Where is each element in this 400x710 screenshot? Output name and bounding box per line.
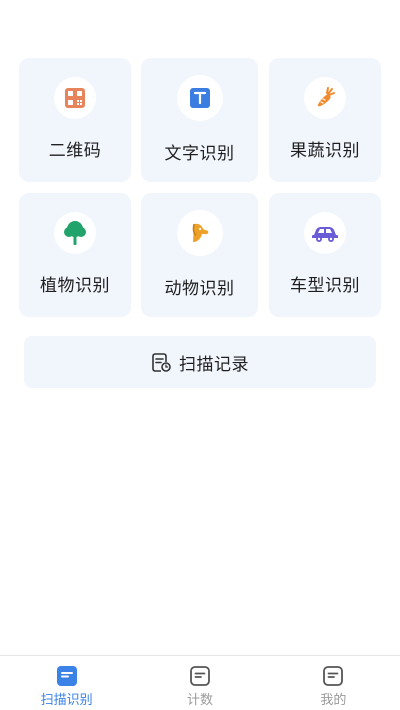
tile-label-qr-code: 二维码 bbox=[48, 141, 102, 161]
tree-icon bbox=[54, 212, 96, 254]
tile-animal-recognition[interactable]: 动物识别 bbox=[141, 193, 258, 317]
bottom-tab-bar: 扫描识别 计数 我的 bbox=[0, 655, 400, 710]
app-screen: 二维码 文字识别 果蔬识别 植物识别 动物识别 车型识别 扫描记录 扫描识别 计… bbox=[0, 0, 400, 710]
text-icon bbox=[176, 75, 223, 121]
scan-record-label: 扫描记录 bbox=[179, 354, 249, 375]
tile-label-text-recognition: 文字识别 bbox=[164, 144, 235, 164]
list-icon bbox=[190, 666, 210, 686]
tile-label-produce-recognition: 果蔬识别 bbox=[290, 141, 360, 161]
tab-label-count: 计数 bbox=[186, 693, 213, 708]
tile-plant-recognition[interactable]: 植物识别 bbox=[19, 193, 131, 317]
tab-label-mine: 我的 bbox=[320, 693, 347, 708]
car-icon bbox=[304, 212, 346, 254]
tile-label-animal-recognition: 动物识别 bbox=[164, 279, 235, 299]
scan-record-button[interactable]: 扫描记录 bbox=[24, 336, 376, 388]
qr-code-icon bbox=[54, 77, 96, 119]
carrot-icon bbox=[304, 77, 346, 119]
dog-icon bbox=[176, 210, 223, 256]
list-icon bbox=[323, 666, 344, 686]
tile-produce-recognition[interactable]: 果蔬识别 bbox=[269, 58, 381, 182]
list-icon bbox=[56, 666, 77, 686]
tab-scan-recognition[interactable]: 扫描识别 bbox=[0, 656, 133, 710]
tile-label-car-recognition: 车型识别 bbox=[290, 276, 360, 296]
tile-text-recognition[interactable]: 文字识别 bbox=[141, 58, 258, 182]
tab-mine[interactable]: 我的 bbox=[267, 656, 400, 710]
tile-car-recognition[interactable]: 车型识别 bbox=[269, 193, 381, 317]
tile-label-plant-recognition: 植物识别 bbox=[40, 276, 110, 296]
tile-qr-code[interactable]: 二维码 bbox=[19, 58, 131, 182]
document-clock-icon bbox=[151, 352, 171, 372]
tab-count[interactable]: 计数 bbox=[133, 656, 266, 710]
tab-label-scan-recognition: 扫描识别 bbox=[40, 693, 93, 708]
